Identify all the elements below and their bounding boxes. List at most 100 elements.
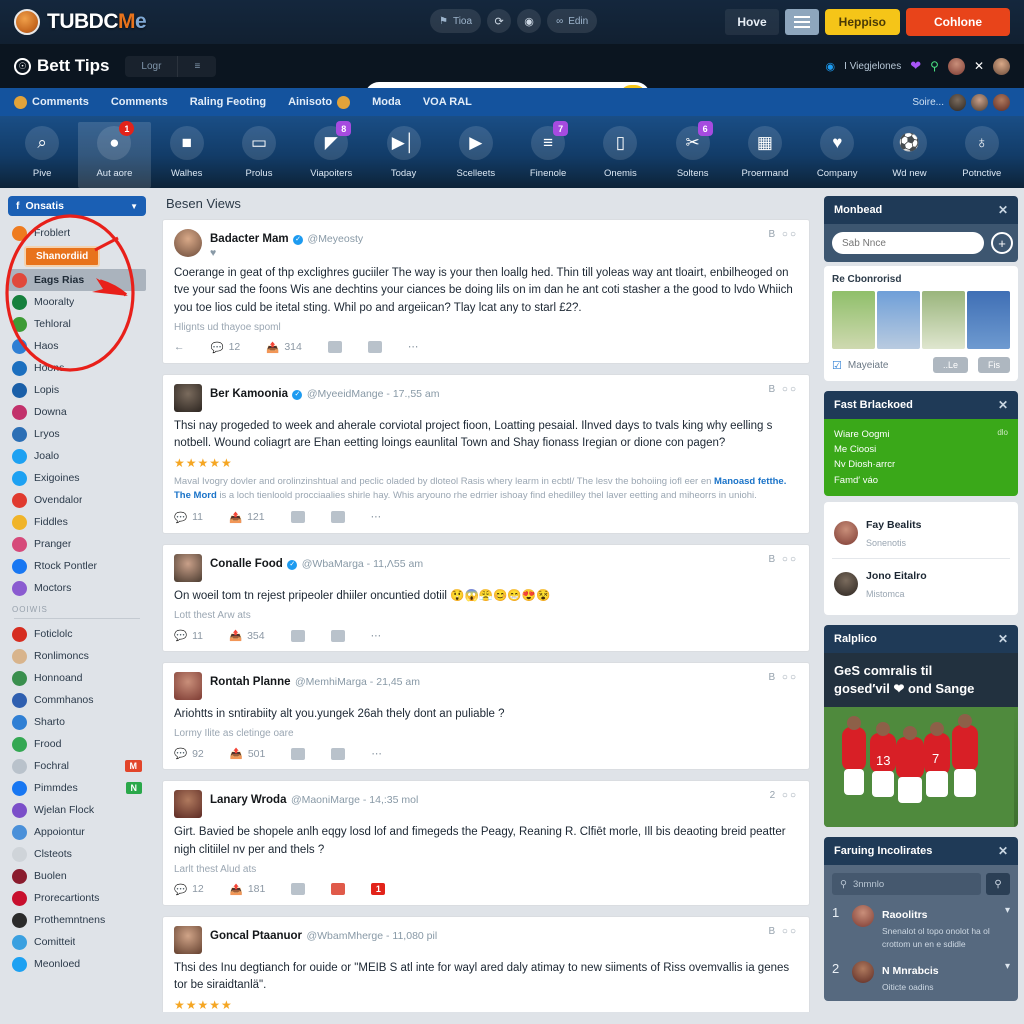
more-icon[interactable]: ⋯ [408, 341, 419, 353]
sidebar-item-rtock-pontler[interactable]: Rtock Pontler [8, 555, 146, 577]
avatar[interactable] [947, 57, 965, 75]
chevron-down-icon[interactable]: ▾ [1005, 905, 1010, 916]
secondary-tab-1[interactable]: ≡ [177, 55, 216, 77]
sidebar-item-exigoines[interactable]: Exigoines [8, 467, 146, 489]
nav-icon-today[interactable]: ▶│ Today [367, 122, 439, 179]
rank-row[interactable]: 2 N Mnrabcis Oiticte oadins ▾ [832, 960, 1010, 994]
nav-icon-aut-aore[interactable]: ● 1 Aut aore [78, 121, 151, 188]
panel-monbead-input[interactable] [832, 232, 984, 254]
top-circle-button-2[interactable]: ◉ [517, 9, 542, 33]
nav-icon-potnctive[interactable]: ♁ Potnctive [946, 122, 1018, 179]
chevron-down-icon[interactable]: ▾ [1005, 961, 1010, 972]
sidebar-item-ronlimoncs[interactable]: Ronlimoncs [8, 645, 146, 667]
heart-icon[interactable]: ❤ [910, 58, 921, 74]
reply-arrow-icon[interactable]: ← [174, 341, 185, 353]
feed-post[interactable]: B ○○ Ber Kamoonia ✓ @MyeeidMange - 17.,55… [162, 373, 810, 534]
avatar[interactable] [174, 229, 202, 257]
sidebar-item-foticlolc[interactable]: Foticlolc [8, 623, 146, 645]
sidebar-item-fochral[interactable]: Fochral M [8, 755, 146, 777]
comment-action[interactable]: 💬 11 [174, 511, 203, 524]
hamburger-icon[interactable] [784, 9, 819, 35]
image-icon[interactable] [331, 883, 346, 896]
top-pill-1[interactable]: ⚑ Tioa [430, 9, 482, 33]
photo-thumb[interactable] [832, 291, 875, 349]
close-icon[interactable]: ✕ [998, 632, 1008, 646]
sidebar-item-wjelan-flock[interactable]: Wjelan Flock [8, 799, 146, 821]
more-icon[interactable]: ⋯ [371, 748, 382, 760]
top-circle-button-1[interactable]: ⟳ [487, 9, 512, 33]
avatar[interactable] [174, 790, 202, 819]
avatar[interactable] [993, 93, 1010, 111]
plus-icon[interactable]: + [991, 232, 1013, 254]
photo-thumb[interactable] [922, 291, 965, 349]
panel-faruing-search-button[interactable]: ⚲ [986, 873, 1010, 896]
bluenav-item-2[interactable]: Raling Feoting [190, 96, 266, 108]
sidebar-item-lryos[interactable]: Lryos [8, 423, 146, 445]
close-icon[interactable]: ✕ [974, 59, 984, 73]
bookmark-icon[interactable] [290, 629, 305, 642]
nav-icon-proermand[interactable]: ▦ Proermand [729, 122, 801, 179]
sidebar-item-comitteit[interactable]: Comitteit [8, 931, 146, 953]
avatar[interactable] [949, 93, 966, 111]
nav-icon-onemis[interactable]: ▯ Onemis [584, 122, 656, 179]
top-pill-2[interactable]: ∞ Edin [547, 9, 598, 33]
bookmark-icon[interactable] [291, 883, 306, 896]
sidebar-item-fiddles[interactable]: Fiddles [8, 511, 146, 533]
photo-thumb[interactable] [877, 291, 920, 349]
share-action[interactable]: 📤 121 [229, 511, 265, 524]
feed-post[interactable]: B ○○ Badacter Mam ✓ @Meyeosty ♥ Coerange in… [162, 219, 810, 364]
sidebar-item-downa[interactable]: Downa [8, 401, 146, 423]
sidebar-item-haos[interactable]: Haos [8, 335, 146, 357]
sidebar-item-joalo[interactable]: Joalo [8, 445, 146, 467]
orange-cta-button[interactable]: Cohlone [906, 8, 1010, 36]
panel-monbead-button-1[interactable]: ..Le [932, 357, 968, 373]
share-action[interactable]: 📤 314 [266, 341, 302, 354]
sidebar-item-prorecartionts[interactable]: Prorecartionts [8, 887, 146, 909]
profile-icon[interactable] [993, 57, 1010, 75]
sidebar-fb-button[interactable]: f Onsatis ▼ [8, 196, 146, 216]
panel-monbead-button-2[interactable]: Fis [978, 357, 1010, 373]
image-icon[interactable] [331, 747, 346, 760]
bluenav-item-1[interactable]: Comments [111, 96, 168, 108]
home-button[interactable]: Hove [725, 9, 779, 35]
rank-row[interactable]: 1 Raoolitrs Snenalot ol topo onolot ha o… [832, 905, 1010, 951]
sidebar-item-buolen[interactable]: Buolen [8, 865, 146, 887]
close-icon[interactable]: ✕ [998, 203, 1008, 217]
photo-thumb[interactable] [967, 291, 1010, 349]
post-link[interactable]: Manoasd fetthe. The Mord [174, 476, 786, 501]
list-item[interactable]: Jono Eitalro Mistomca [832, 557, 1010, 609]
nav-icon-company[interactable]: ♥ Company [801, 122, 873, 179]
feed-post[interactable]: 2 ○○ Lanary Wroda @MaoniMarge - 14,:35 mo… [162, 780, 810, 906]
image-icon[interactable] [330, 511, 345, 524]
avatar[interactable] [174, 925, 202, 954]
secondary-logo[interactable]: ☉ Bett Tips [14, 56, 109, 76]
sidebar-item-moctors[interactable]: Moctors [8, 577, 146, 599]
nav-icon-wd-new[interactable]: ⚽ Wd new [873, 122, 945, 179]
nav-icon-scelleets[interactable]: ▶ Scelleets [440, 122, 512, 179]
sidebar-highlight-chip[interactable]: Shanordiid [8, 244, 146, 269]
yellow-cta-button[interactable]: Heppiso [824, 9, 900, 35]
bluenav-item-3[interactable]: Ainisoto [288, 95, 351, 109]
sidebar-item-frood[interactable]: Frood [8, 733, 146, 755]
close-icon[interactable]: ✕ [998, 844, 1008, 858]
sidebar-item-sharto[interactable]: Sharto [8, 711, 146, 733]
sidebar-item-pimmdes[interactable]: Pimmdes N [8, 777, 146, 799]
comment-action[interactable]: 💬 92 [174, 747, 204, 761]
sidebar-item-eags-rias[interactable]: Eags Rias [8, 269, 146, 291]
avatar[interactable] [174, 672, 202, 701]
panel-ralplico-image[interactable]: 13 7 [824, 707, 1018, 828]
feed-post[interactable]: B ○○ Rontah Planne @MemhiMarga - 21,45 am… [162, 662, 810, 771]
brand-logo-wrap[interactable]: TUBDCMe [14, 9, 147, 35]
alert-badge[interactable]: 1 [371, 883, 386, 896]
bluenav-item-5[interactable]: VOA RAL [423, 96, 472, 108]
image-icon[interactable] [330, 629, 345, 642]
more-icon[interactable]: ⋯ [371, 511, 382, 523]
bookmark-icon[interactable] [291, 747, 306, 760]
bookmark-icon[interactable] [327, 341, 342, 354]
share-action[interactable]: 📤 501 [230, 747, 266, 761]
search-icon-small[interactable]: ⚲ [930, 59, 939, 73]
comment-action[interactable]: 💬 12 [174, 883, 204, 896]
avatar[interactable] [971, 93, 988, 111]
share-action[interactable]: 📤 181 [230, 883, 266, 896]
sidebar-item-ovendalor[interactable]: Ovendalor [8, 489, 146, 511]
